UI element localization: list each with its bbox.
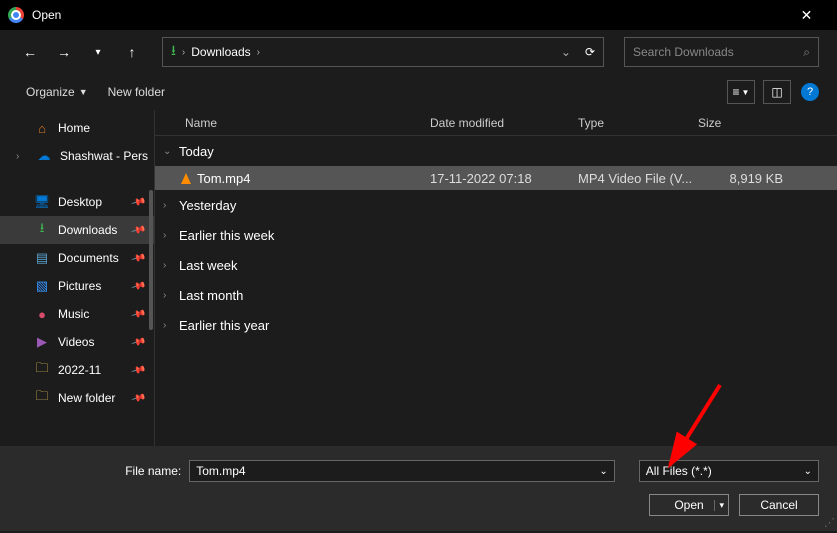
file-list: Name Date modified Type Size ⌄ Today Tom… (155, 110, 837, 446)
dialog-title: Open (32, 8, 61, 22)
file-row-selected[interactable]: Tom.mp4 17-11-2022 07:18 MP4 Video File … (155, 166, 837, 190)
back-button[interactable]: ← (18, 40, 42, 64)
document-icon: ▤ (34, 250, 50, 266)
breadcrumb-label: Downloads (191, 45, 250, 59)
sidebar-item-2022-11[interactable]: 🗀 2022-11 📌 (0, 356, 154, 384)
file-type-filter[interactable]: All Files (*.*) ⌄ (639, 460, 819, 482)
organize-button[interactable]: Organize ▼ (18, 81, 96, 103)
desktop-icon: 🖥 (34, 194, 50, 210)
videos-icon: ▶ (34, 334, 50, 350)
newfolder-button[interactable]: New folder (100, 81, 173, 103)
chevron-right-icon[interactable]: › (16, 151, 28, 162)
sidebar-item-home[interactable]: ⌂ Home (0, 114, 154, 142)
chrome-icon (8, 7, 24, 23)
chevron-right-icon: › (163, 200, 173, 211)
chevron-right-icon: › (163, 320, 173, 331)
refresh-button[interactable]: ⟳ (585, 45, 595, 59)
column-headers[interactable]: Name Date modified Type Size (155, 110, 837, 136)
pin-icon: 📌 (130, 334, 146, 350)
sidebar: ⌂ Home › ☁ Shashwat - Pers 🖥 Desktop 📌 ⭳… (0, 110, 155, 446)
folder-icon: 🗀 (34, 359, 50, 381)
close-button[interactable]: ✕ (784, 0, 829, 30)
pin-icon: 📌 (130, 194, 146, 210)
filename-input[interactable]: Tom.mp4 ⌄ (189, 460, 615, 482)
chevron-right-icon: › (163, 230, 173, 241)
resize-grip[interactable]: ⋰ (824, 516, 835, 529)
group-today[interactable]: ⌄ Today (155, 136, 837, 166)
view-button[interactable]: ≡ ▼ (727, 80, 755, 104)
search-icon: ⌕ (803, 45, 810, 60)
up-button[interactable]: ↑ (120, 40, 144, 64)
cloud-icon: ☁ (36, 148, 52, 164)
group-yesterday[interactable]: › Yesterday (155, 190, 837, 220)
pin-icon: 📌 (130, 362, 146, 378)
navbar: ← → ▾ ↑ ⭳ › Downloads › ⌄ ⟳ Search Downl… (0, 30, 837, 74)
pin-icon: 📌 (130, 390, 146, 406)
downloads-icon: ⭳ (171, 40, 176, 64)
splitter[interactable] (149, 190, 153, 330)
chevron-right-icon: › (163, 290, 173, 301)
group-earlier-year[interactable]: › Earlier this year (155, 310, 837, 340)
sidebar-item-music[interactable]: ● Music 📌 (0, 300, 154, 328)
chevron-right-icon: › (163, 260, 173, 271)
chevron-down-icon[interactable]: ⌄ (599, 466, 607, 477)
search-placeholder: Search Downloads (633, 45, 734, 59)
chevron-down-icon: ⌄ (163, 146, 173, 157)
file-size: 8,919 KB (698, 171, 793, 186)
chevron-right-icon: › (182, 47, 185, 58)
downloads-icon: ⭳ (34, 219, 50, 241)
preview-button[interactable]: ◫ (763, 80, 791, 104)
sidebar-item-downloads[interactable]: ⭳ Downloads 📌 (0, 216, 154, 244)
footer: File name: Tom.mp4 ⌄ All Files (*.*) ⌄ O… (0, 446, 837, 531)
vlc-icon (181, 173, 191, 184)
file-date: 17-11-2022 07:18 (430, 171, 578, 186)
sidebar-item-videos[interactable]: ▶ Videos 📌 (0, 328, 154, 356)
pin-icon: 📌 (130, 222, 146, 238)
search-input[interactable]: Search Downloads ⌕ (624, 37, 819, 67)
main-area: ⌂ Home › ☁ Shashwat - Pers 🖥 Desktop 📌 ⭳… (0, 110, 837, 446)
music-icon: ● (34, 307, 50, 322)
chevron-down-icon: ▼ (79, 87, 88, 97)
col-size[interactable]: Size (698, 116, 793, 130)
col-type[interactable]: Type (578, 116, 698, 130)
pin-icon: 📌 (130, 278, 146, 294)
breadcrumb-bar[interactable]: ⭳ › Downloads › ⌄ ⟳ (162, 37, 604, 67)
sidebar-item-pictures[interactable]: ▧ Pictures 📌 (0, 272, 154, 300)
folder-icon: 🗀 (34, 387, 50, 409)
open-button[interactable]: Open (649, 494, 729, 516)
cancel-button[interactable]: Cancel (739, 494, 819, 516)
group-earlier-week[interactable]: › Earlier this week (155, 220, 837, 250)
col-name[interactable]: Name (155, 116, 430, 130)
toolbar: Organize ▼ New folder ≡ ▼ ◫ ? (0, 74, 837, 110)
file-name: Tom.mp4 (197, 171, 250, 186)
chevron-down-icon: ⌄ (804, 466, 812, 477)
filename-label: File name: (18, 464, 181, 478)
titlebar: Open ✕ (0, 0, 837, 30)
group-last-week[interactable]: › Last week (155, 250, 837, 280)
forward-button[interactable]: → (52, 40, 76, 64)
group-last-month[interactable]: › Last month (155, 280, 837, 310)
recent-dropdown[interactable]: ▾ (86, 40, 110, 64)
chevron-right-icon: › (257, 47, 260, 58)
sidebar-item-onedrive[interactable]: › ☁ Shashwat - Pers (0, 142, 154, 170)
pin-icon: 📌 (130, 306, 146, 322)
home-icon: ⌂ (34, 121, 50, 136)
sidebar-item-newfolder[interactable]: 🗀 New folder 📌 (0, 384, 154, 412)
sidebar-item-documents[interactable]: ▤ Documents 📌 (0, 244, 154, 272)
chevron-down-icon[interactable]: ⌄ (561, 45, 571, 59)
col-date[interactable]: Date modified (430, 116, 578, 130)
sidebar-item-desktop[interactable]: 🖥 Desktop 📌 (0, 188, 154, 216)
pin-icon: 📌 (130, 250, 146, 266)
help-button[interactable]: ? (801, 83, 819, 101)
pictures-icon: ▧ (34, 278, 50, 294)
file-type: MP4 Video File (V... (578, 171, 698, 186)
